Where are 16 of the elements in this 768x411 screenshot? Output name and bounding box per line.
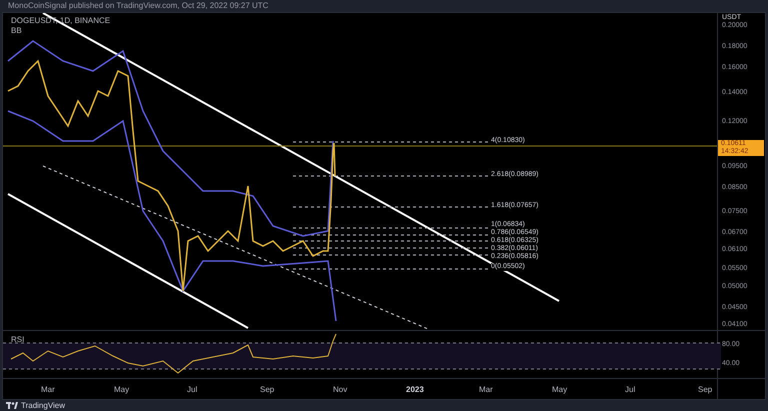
indicator-label: BB — [11, 25, 22, 37]
time-axis-label: Sep — [260, 384, 274, 396]
time-axis-label: May — [552, 384, 568, 396]
time-axis-label: 2023 — [406, 384, 424, 396]
rsi-label: RSI — [11, 334, 24, 346]
brand-name: TradingView — [21, 400, 66, 410]
time-axis-label: Jul — [187, 384, 198, 396]
time-axis-label: Mar — [41, 384, 55, 396]
time-axis-label: Nov — [333, 384, 348, 396]
time-axis-label: Jul — [625, 384, 636, 396]
time-axis-label: May — [114, 384, 130, 396]
header-text: MonoCoinSignal published on TradingView.com, Oct 29, 2022 09:27 UTC — [7, 0, 270, 12]
time-axis-label: Sep — [698, 384, 712, 396]
logo-icon — [6, 402, 18, 409]
time-axis-label: Mar — [479, 384, 493, 396]
symbol-title: DOGEUSDT, 1D, BINANCE — [11, 15, 110, 27]
